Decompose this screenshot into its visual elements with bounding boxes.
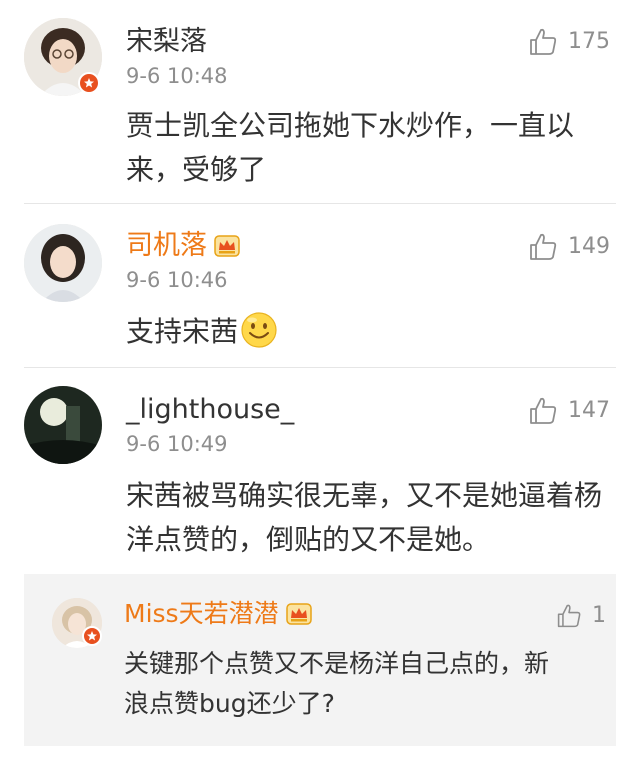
comment-text-content: 支持宋茜	[126, 315, 239, 348]
timestamp: 9-6 10:46	[126, 268, 228, 292]
thumbs-up-icon	[557, 604, 581, 628]
username-text[interactable]: 司机落	[126, 230, 207, 262]
timestamp: 9-6 10:48	[126, 64, 228, 88]
smile-emoji-icon	[240, 311, 278, 349]
comment-text: 贾士凯全公司拖她下水炒作，一直以来，受够了	[126, 109, 575, 186]
comment-text: 支持宋茜	[126, 310, 616, 354]
avatar[interactable]	[24, 386, 102, 464]
reply-username[interactable]: Miss天若潜潜	[124, 598, 313, 630]
like-count: 147	[568, 398, 610, 423]
username[interactable]: _lighthouse_	[126, 394, 294, 426]
username-text[interactable]: Miss天若潜潜	[124, 598, 279, 630]
thumbs-up-icon	[530, 233, 557, 260]
comment-text: 宋茜被骂确实很无辜，又不是她逼着杨洋点赞的，倒贴的又不是她。	[126, 479, 603, 556]
username-text[interactable]: _lighthouse_	[126, 394, 294, 426]
timestamp: 9-6 10:49	[126, 432, 228, 456]
like-button[interactable]: 147	[528, 396, 610, 426]
verified-badge-icon	[82, 626, 102, 646]
thumbs-up-icon	[530, 397, 557, 424]
like-count: 175	[568, 29, 610, 54]
comment-item: 宋梨落 9-6 10:48 175 贾士凯全公司拖她下水炒作，一直以来，受够了	[0, 0, 640, 200]
like-button[interactable]: 1	[556, 602, 606, 630]
reply-text: 关键那个点赞又不是杨洋自己点的，新浪点赞bug还少了?	[124, 649, 550, 718]
like-count: 149	[568, 234, 610, 259]
username-text[interactable]: 宋梨落	[126, 26, 207, 58]
reply-box: Miss天若潜潜 1 关键那个点赞又不是杨洋自己点的，新浪点赞bug还少了?	[24, 574, 616, 746]
like-button[interactable]: 149	[528, 232, 610, 262]
comment-item: _lighthouse_ 9-6 10:49 147 宋茜被骂确实很无辜，又不是…	[0, 368, 640, 574]
vip-crown-icon	[213, 234, 241, 258]
username[interactable]: 司机落	[126, 230, 241, 262]
avatar[interactable]	[24, 224, 102, 302]
verified-badge-icon	[78, 72, 100, 94]
thumbs-up-icon	[530, 28, 557, 55]
username[interactable]: 宋梨落	[126, 26, 207, 58]
like-button[interactable]: 175	[528, 27, 610, 57]
vip-crown-icon	[285, 602, 313, 626]
comment-item: 司机落 9-6 10:46 149 支持宋茜	[0, 204, 640, 364]
like-count: 1	[592, 603, 606, 628]
